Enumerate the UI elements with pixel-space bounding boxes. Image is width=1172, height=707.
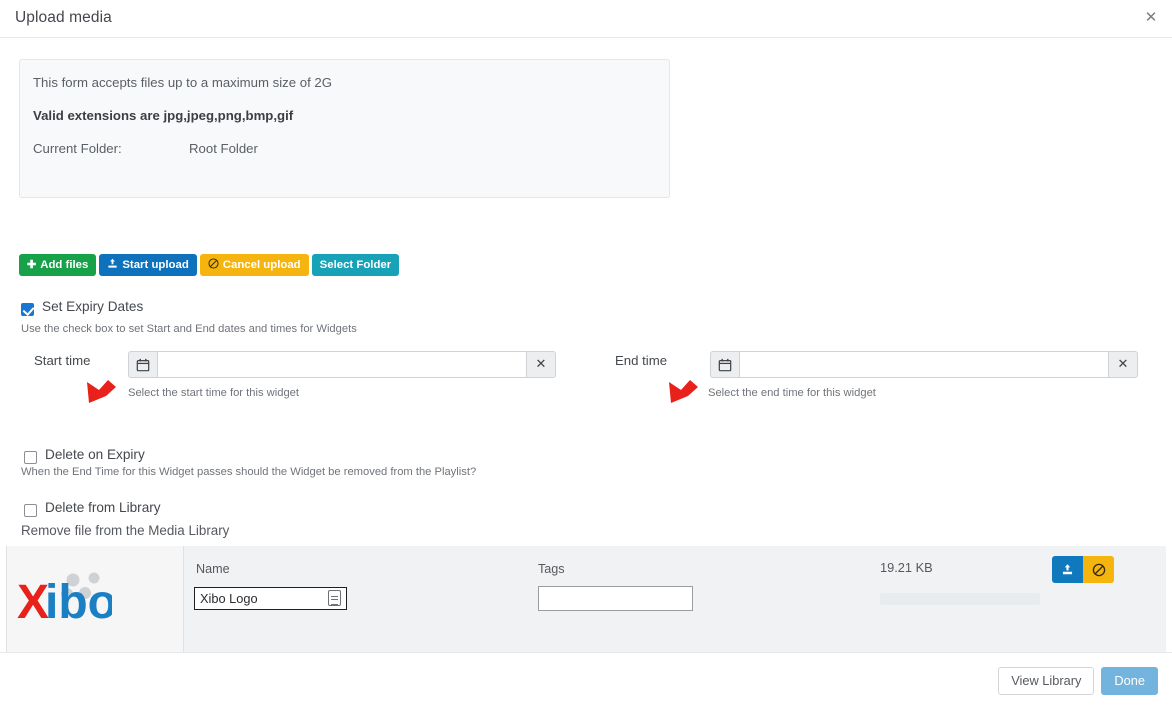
autofill-icon[interactable] (328, 590, 341, 606)
upload-action-buttons: ✚ Add files Start upload Cancel upload S… (19, 254, 399, 276)
start-time-help: Select the start time for this widget (128, 387, 299, 399)
tags-column-header: Tags (538, 562, 565, 576)
cancel-upload-label: Cancel upload (223, 254, 301, 276)
start-upload-label: Start upload (122, 254, 188, 276)
end-time-clear-icon[interactable]: ✕ (1108, 351, 1138, 378)
delete-from-library-help: Remove file from the Media Library (21, 523, 229, 538)
name-column-header: Name (196, 562, 230, 576)
file-tags-input[interactable] (538, 586, 693, 611)
delete-on-expiry-label[interactable]: Delete on Expiry (45, 447, 145, 462)
select-folder-button[interactable]: Select Folder (312, 254, 400, 276)
end-time-input-group[interactable]: ✕ (710, 351, 1138, 378)
start-time-input[interactable] (157, 351, 526, 378)
file-name-input[interactable] (194, 587, 347, 610)
delete-from-library-label[interactable]: Delete from Library (45, 500, 161, 515)
done-button[interactable]: Done (1101, 667, 1158, 695)
upload-icon (1061, 563, 1074, 576)
file-thumbnail-cell: X ibo (6, 546, 184, 656)
current-folder-label: Current Folder: (33, 141, 122, 156)
plus-icon: ✚ (27, 260, 36, 271)
close-icon[interactable]: ✕ (1140, 6, 1162, 28)
svg-text:ibo: ibo (45, 576, 112, 626)
start-time-label: Start time (34, 353, 90, 368)
set-expiry-dates-checkbox[interactable] (21, 303, 34, 316)
calendar-icon[interactable] (128, 351, 157, 378)
xibo-logo: X ibo (17, 568, 112, 631)
delete-on-expiry-checkbox[interactable] (24, 451, 37, 464)
current-folder-row: Current Folder: Root Folder (33, 141, 122, 156)
add-files-label: Add files (40, 254, 88, 276)
max-size-text: This form accepts files up to a maximum … (33, 75, 332, 90)
end-time-label: End time (615, 353, 667, 368)
start-time-clear-icon[interactable]: ✕ (526, 351, 556, 378)
end-time-input[interactable] (739, 351, 1108, 378)
footer-buttons: View Library Done (998, 667, 1158, 695)
row-cancel-upload-button[interactable] (1083, 556, 1114, 583)
ban-icon (1092, 563, 1106, 577)
red-arrow-cursor-icon (667, 376, 701, 404)
dialog-footer: View Library Done (0, 652, 1172, 707)
dialog-body: This form accepts files up to a maximum … (0, 38, 1172, 652)
calendar-icon[interactable] (710, 351, 739, 378)
page-title: Upload media (15, 9, 112, 27)
start-time-input-group[interactable]: ✕ (128, 351, 556, 378)
red-arrow-cursor-icon (85, 376, 119, 404)
select-folder-label: Select Folder (320, 254, 392, 276)
set-expiry-dates-label[interactable]: Set Expiry Dates (42, 299, 143, 314)
delete-from-library-checkbox[interactable] (24, 504, 37, 517)
file-row-actions (1052, 556, 1114, 583)
upload-info-panel: This form accepts files up to a maximum … (19, 59, 670, 198)
file-size-text: 19.21 KB (880, 560, 933, 575)
current-folder-value: Root Folder (189, 141, 258, 156)
view-library-button[interactable]: View Library (998, 667, 1094, 695)
cancel-upload-button[interactable]: Cancel upload (200, 254, 309, 276)
valid-extensions-text: Valid extensions are jpg,jpeg,png,bmp,gi… (33, 108, 293, 123)
end-time-help: Select the end time for this widget (708, 387, 876, 399)
delete-on-expiry-help: When the End Time for this Widget passes… (21, 466, 476, 478)
row-start-upload-button[interactable] (1052, 556, 1083, 583)
start-upload-button[interactable]: Start upload (99, 254, 196, 276)
ban-icon (208, 258, 219, 272)
upload-icon (107, 258, 118, 272)
set-expiry-dates-help: Use the check box to set Start and End d… (21, 323, 357, 335)
upload-progress-bar (880, 593, 1040, 605)
add-files-button[interactable]: ✚ Add files (19, 254, 96, 276)
dialog-header: Upload media ✕ (0, 0, 1172, 38)
